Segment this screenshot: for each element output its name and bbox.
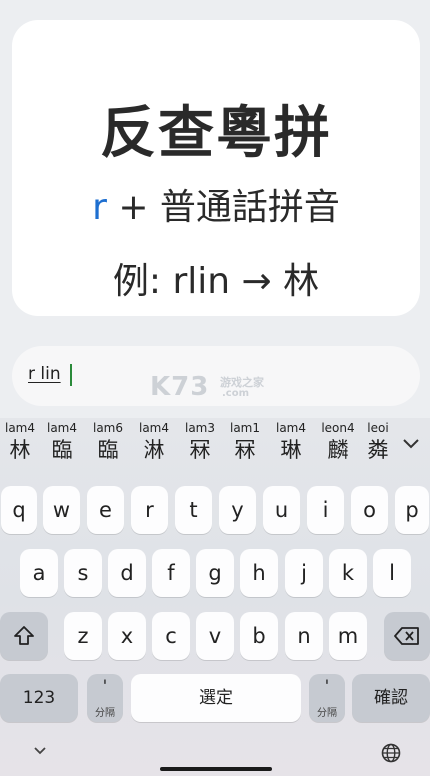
shift-key[interactable] — [0, 612, 48, 660]
candidate-romanization: lam4 — [4, 421, 35, 435]
backspace-icon — [394, 627, 419, 645]
key-a[interactable]: a — [20, 549, 58, 597]
card-title: 反查粵拼 — [100, 101, 332, 166]
candidate-char: 林 — [9, 438, 31, 462]
key-n[interactable]: n — [285, 612, 323, 660]
expand-candidates-button[interactable] — [398, 432, 424, 456]
candidate-item[interactable]: lam4 淋 — [134, 420, 174, 464]
key-j[interactable]: j — [285, 549, 323, 597]
language-switch-button[interactable] — [380, 742, 402, 764]
key-q[interactable]: q — [1, 486, 37, 534]
key-b[interactable]: b — [240, 612, 278, 660]
key-o[interactable]: o — [351, 486, 388, 534]
key-m[interactable]: m — [329, 612, 367, 660]
candidate-item[interactable]: lam4 林 — [0, 420, 40, 464]
candidate-char: 麟 — [327, 438, 349, 462]
chevron-down-icon — [403, 439, 419, 449]
card-example: 例: rlin → 林 — [112, 261, 320, 302]
space-key[interactable]: 選定 — [131, 674, 301, 722]
watermark-sub2: .com — [222, 388, 250, 399]
separator-key-right[interactable]: ' 分隔 — [309, 674, 345, 722]
key-e[interactable]: e — [87, 486, 124, 534]
candidate-char: 臨 — [51, 438, 73, 462]
candidate-char: 冧 — [234, 438, 256, 462]
candidate-item[interactable]: lam4 琳 — [271, 420, 311, 464]
candidate-item[interactable]: lam3 冧 — [180, 420, 220, 464]
key-v[interactable]: v — [196, 612, 234, 660]
text-caret — [70, 364, 72, 386]
separator-label: 分隔 — [317, 708, 337, 719]
separator-label: 分隔 — [95, 708, 115, 719]
candidate-char: 臨 — [97, 438, 119, 462]
key-r[interactable]: r — [131, 486, 168, 534]
key-z[interactable]: z — [64, 612, 102, 660]
candidate-item[interactable]: leoi 粦 — [364, 420, 392, 464]
candidate-item[interactable]: lam4 臨 — [42, 420, 82, 464]
card-subtitle: r + 普通話拼音 — [12, 178, 420, 230]
key-y[interactable]: y — [219, 486, 256, 534]
separator-key-left[interactable]: ' 分隔 — [87, 674, 123, 722]
candidate-item[interactable]: leon4 麟 — [318, 420, 358, 464]
key-x[interactable]: x — [108, 612, 146, 660]
key-h[interactable]: h — [240, 549, 278, 597]
numbers-key[interactable]: 123 — [0, 674, 78, 722]
card-subtitle-text: + 普通話拼音 — [106, 187, 340, 228]
key-p[interactable]: p — [395, 486, 429, 534]
input-value: r lin — [28, 364, 61, 384]
candidate-bar: lam4 林 lam4 臨 lam6 臨 lam4 淋 lam3 冧 lam1 … — [0, 418, 430, 470]
info-card: 反查粵拼 r + 普通話拼音 例: rlin → 林 — [12, 20, 420, 316]
separator-symbol: ' — [102, 676, 108, 695]
globe-icon — [381, 743, 401, 763]
candidate-char: 冧 — [189, 438, 211, 462]
key-g[interactable]: g — [196, 549, 234, 597]
candidate-romanization: lam4 — [46, 421, 77, 435]
candidate-romanization: leon4 — [321, 421, 355, 435]
key-d[interactable]: d — [108, 549, 146, 597]
watermark-text: K73 — [150, 372, 210, 402]
key-k[interactable]: k — [329, 549, 367, 597]
key-w[interactable]: w — [43, 486, 80, 534]
candidate-romanization: lam4 — [138, 421, 169, 435]
key-u[interactable]: u — [263, 486, 300, 534]
candidate-romanization: lam1 — [229, 421, 260, 435]
confirm-key[interactable]: 確認 — [352, 674, 430, 722]
candidate-char: 淋 — [143, 438, 165, 462]
backspace-key[interactable] — [384, 612, 430, 660]
candidate-item[interactable]: lam6 臨 — [88, 420, 128, 464]
key-i[interactable]: i — [307, 486, 344, 534]
candidate-romanization: lam4 — [275, 421, 306, 435]
shift-icon — [14, 626, 34, 645]
home-indicator[interactable] — [160, 767, 272, 771]
chevron-down-icon — [34, 747, 46, 755]
candidate-char: 琳 — [280, 438, 302, 462]
candidate-item[interactable]: lam1 冧 — [225, 420, 265, 464]
candidate-romanization: lam6 — [92, 421, 123, 435]
card-subtitle-prefix: r — [92, 187, 107, 228]
candidate-romanization: lam3 — [184, 421, 215, 435]
key-s[interactable]: s — [64, 549, 102, 597]
keyboard: lam4 林 lam4 臨 lam6 臨 lam4 淋 lam3 冧 lam1 … — [0, 418, 430, 776]
hide-keyboard-button[interactable] — [32, 742, 48, 763]
candidate-romanization: leoi — [367, 421, 389, 435]
key-f[interactable]: f — [152, 549, 190, 597]
candidate-char: 粦 — [367, 438, 389, 462]
separator-symbol: ' — [324, 676, 330, 695]
key-l[interactable]: l — [373, 549, 411, 597]
key-t[interactable]: t — [175, 486, 212, 534]
watermark-logo: K73 游戏之家 .com — [150, 372, 280, 406]
key-c[interactable]: c — [152, 612, 190, 660]
